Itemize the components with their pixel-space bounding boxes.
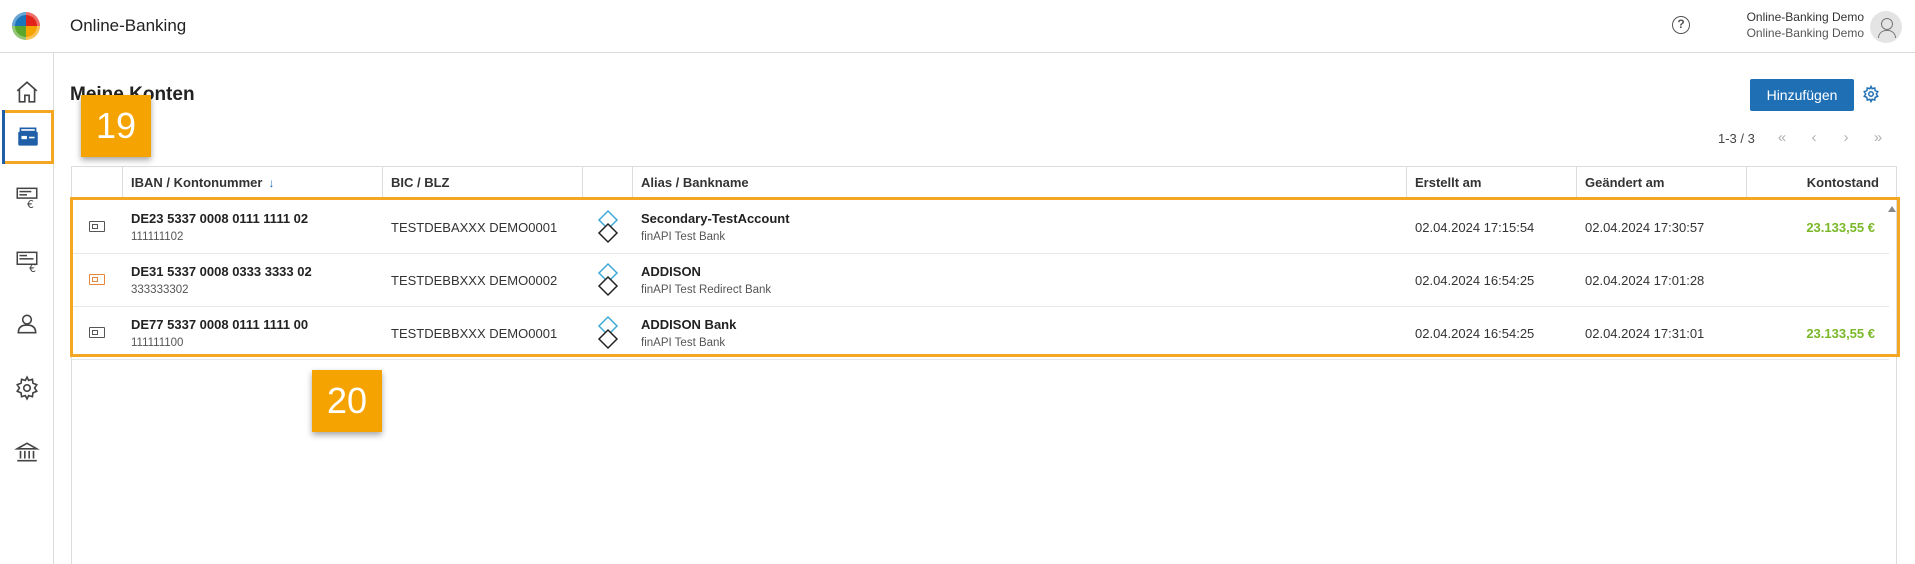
pager-prev-button[interactable]: ‹ — [1804, 127, 1824, 149]
bank-logo-icon[interactable] — [12, 12, 40, 40]
bank-name: finAPI Test Redirect Bank — [641, 284, 772, 296]
iban: DE77 5337 0008 0111 1111 00 — [131, 317, 309, 332]
svg-text:€: € — [27, 198, 34, 210]
iban: DE23 5337 0008 0111 1111 02 — [131, 211, 309, 226]
table-row[interactable]: DE77 5337 0008 0111 1111 00 111111100 TE… — [72, 307, 1889, 360]
account-card-icon — [89, 221, 105, 232]
annotation-badge-20: 20 — [312, 370, 382, 432]
pager-count: 1-3 / 3 — [1718, 131, 1755, 146]
balance: 23.133,55 € — [1806, 326, 1875, 341]
help-icon[interactable]: ? — [1672, 16, 1690, 34]
sidebar-item-accounts[interactable] — [2, 110, 54, 164]
iban: DE31 5337 0008 0333 3333 02 — [131, 264, 312, 279]
created-date: 02.04.2024 16:54:25 — [1415, 326, 1535, 341]
account-alias: ADDISON Bank — [641, 317, 737, 332]
add-account-button[interactable]: Hinzufügen — [1750, 79, 1854, 111]
sidebar-item-banks[interactable] — [0, 425, 54, 479]
column-header-alias[interactable]: Alias / Bankname — [632, 167, 1406, 199]
sidebar-item-settings[interactable] — [0, 361, 54, 415]
settings-icon — [16, 375, 38, 401]
bank-logo-icon — [597, 262, 619, 297]
user-name: Online-Banking Demo — [1746, 10, 1864, 24]
account-number: 111111102 — [131, 231, 184, 243]
created-date: 02.04.2024 17:15:54 — [1415, 220, 1535, 235]
column-header-balance[interactable]: Kontostand — [1746, 167, 1889, 199]
changed-date: 02.04.2024 17:31:01 — [1585, 326, 1705, 341]
column-header-bic[interactable]: BIC / BLZ — [382, 167, 582, 199]
column-header-changed[interactable]: Geändert am — [1576, 167, 1746, 199]
user-info[interactable]: Online-Banking Demo Online-Banking Demo — [1744, 9, 1864, 41]
account-card-icon — [89, 327, 105, 338]
bic: TESTDEBAXXX DEMO0001 — [391, 220, 558, 235]
column-header-iban[interactable]: IBAN / Kontonummer ↓ — [122, 167, 382, 199]
created-date: 02.04.2024 16:54:25 — [1415, 273, 1535, 288]
user-icon — [17, 314, 37, 334]
bank-logo-icon — [597, 315, 619, 350]
top-bar: Online-Banking ? Online-Banking Demo Onl… — [0, 0, 1915, 53]
table-row[interactable]: DE31 5337 0008 0333 3333 02 333333302 TE… — [72, 254, 1889, 307]
bank-logo-icon — [597, 209, 619, 244]
changed-date: 02.04.2024 17:01:28 — [1585, 273, 1705, 288]
column-header-status — [72, 167, 122, 199]
app-title: Online-Banking — [70, 16, 187, 35]
statement-icon: € — [16, 251, 38, 274]
user-account: Online-Banking Demo — [1746, 26, 1864, 40]
account-alias: Secondary-TestAccount — [641, 211, 790, 226]
bic: TESTDEBBXXX DEMO0002 — [391, 273, 558, 288]
table-row[interactable]: DE23 5337 0008 0111 1111 02 111111102 TE… — [72, 201, 1889, 254]
sidebar-item-statements[interactable]: € — [0, 234, 54, 288]
sidebar-item-transfer[interactable]: € — [0, 170, 54, 224]
avatar-icon[interactable] — [1870, 11, 1902, 43]
account-alias: ADDISON — [641, 264, 701, 279]
svg-text:€: € — [29, 262, 36, 274]
sort-arrow-icon: ↓ — [268, 176, 275, 190]
column-header-created[interactable]: Erstellt am — [1406, 167, 1576, 199]
bic: TESTDEBBXXX DEMO0001 — [391, 326, 558, 341]
transfer-icon: € — [16, 187, 38, 210]
column-header-bank-icon — [582, 167, 632, 199]
balance: 23.133,55 € — [1806, 220, 1875, 235]
account-warning-icon — [89, 274, 105, 285]
accounts-icon — [18, 127, 38, 146]
bank-name: finAPI Test Bank — [641, 231, 726, 243]
annotation-badge-19: 19 — [81, 95, 151, 157]
pager-last-button[interactable]: » — [1868, 127, 1888, 149]
table-header: IBAN / Kontonummer ↓ BIC / BLZ Alias / Ba… — [72, 167, 1896, 199]
bank-icon — [14, 442, 40, 462]
home-icon — [16, 81, 38, 103]
gear-icon[interactable] — [1862, 85, 1880, 103]
account-number: 333333302 — [131, 284, 189, 296]
column-header-iban-label: IBAN / Kontonummer — [131, 175, 263, 190]
bank-name: finAPI Test Bank — [641, 337, 726, 349]
pager-next-button[interactable]: › — [1836, 127, 1856, 149]
sidebar-item-contacts[interactable] — [0, 297, 54, 351]
changed-date: 02.04.2024 17:30:57 — [1585, 220, 1705, 235]
account-number: 111111100 — [131, 337, 184, 349]
pager-first-button[interactable]: « — [1772, 127, 1792, 149]
accounts-table: IBAN / Kontonummer ↓ BIC / BLZ Alias / Ba… — [71, 166, 1897, 564]
scroll-up-arrow-icon[interactable] — [1888, 206, 1896, 212]
sidebar: € € — [0, 53, 54, 564]
